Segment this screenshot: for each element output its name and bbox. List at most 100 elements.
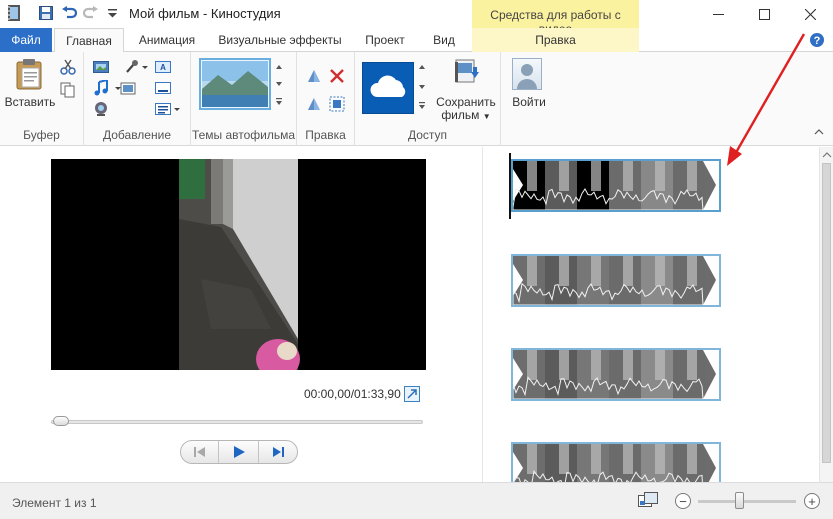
scroll-thumb[interactable]: [822, 163, 831, 463]
storyboard-scrollbar[interactable]: [819, 147, 833, 482]
themes-scroll-down-icon[interactable]: [275, 76, 291, 92]
tab-project[interactable]: Проект: [356, 28, 414, 52]
rotate-right-icon[interactable]: [306, 96, 322, 112]
storyboard-view-icon[interactable]: [638, 492, 658, 510]
share-scroll-down-icon[interactable]: [418, 79, 434, 95]
clip-thumbnail-strip: [513, 256, 719, 305]
group-label-clipboard: Буфер: [23, 128, 60, 142]
select-all-icon[interactable]: [329, 96, 345, 112]
customize-toolbar-dropdown-icon[interactable]: [104, 5, 120, 21]
group-label-add: Добавление: [103, 128, 171, 142]
clip-thumbnail-strip: [513, 161, 719, 210]
tab-file[interactable]: Файл: [0, 28, 52, 52]
video-frame-image: [51, 159, 426, 370]
tab-edit[interactable]: Правка: [472, 28, 639, 52]
save-icon[interactable]: [38, 5, 54, 21]
group-account: Войти: [501, 52, 553, 146]
seek-thumb[interactable]: [53, 416, 69, 426]
landscape-theme-image: [202, 61, 268, 107]
save-movie-icon[interactable]: [454, 58, 480, 89]
copy-icon[interactable]: [60, 82, 76, 98]
snapshot-icon[interactable]: [120, 80, 136, 96]
save-movie-dropdown-icon: ▼: [482, 112, 491, 121]
seek-bar[interactable]: [51, 420, 423, 424]
add-video-photo-icon[interactable]: [93, 59, 109, 75]
rotate-left-icon[interactable]: [306, 68, 322, 84]
status-bar: Элемент 1 из 1 − +: [0, 482, 833, 519]
user-avatar-icon[interactable]: [512, 58, 542, 90]
title-icon[interactable]: A: [155, 59, 171, 75]
redo-icon[interactable]: [83, 5, 99, 21]
group-add: A Добавление: [84, 52, 191, 146]
save-movie-button[interactable]: Сохранить фильм ▼: [431, 96, 501, 123]
share-scroll-up-icon[interactable]: [418, 60, 434, 76]
playback-controls: [180, 440, 298, 464]
themes-scroll-up-icon[interactable]: [275, 60, 291, 76]
themes-more-icon[interactable]: [275, 94, 291, 110]
remove-icon[interactable]: [329, 68, 345, 84]
narration-microphone-icon[interactable]: [124, 59, 140, 75]
status-text: Элемент 1 из 1: [12, 496, 97, 510]
play-button[interactable]: [219, 441, 259, 463]
onedrive-share-button[interactable]: [362, 62, 414, 114]
title-bar: Мой фильм - Киностудия Средства для рабо…: [0, 0, 833, 36]
cut-icon[interactable]: [60, 59, 76, 75]
caption-icon[interactable]: [155, 80, 171, 96]
scroll-up-icon: [822, 152, 832, 158]
maximize-button[interactable]: [741, 0, 787, 28]
tab-home[interactable]: Главная: [54, 28, 124, 53]
zoom-in-button[interactable]: +: [804, 493, 820, 509]
minimize-button[interactable]: [695, 0, 741, 28]
svg-text:?: ?: [814, 35, 821, 47]
close-icon: [804, 8, 816, 20]
annotation-arrow: [727, 33, 806, 166]
preview-pane: 00:00,00/01:33,90: [0, 147, 482, 482]
credits-dropdown-icon[interactable]: [173, 101, 189, 117]
zoom-out-button[interactable]: −: [675, 493, 691, 509]
group-label-share: Доступ: [407, 128, 448, 142]
group-label-themes: Темы автофильма: [191, 128, 296, 142]
group-themes: Темы автофильма: [191, 52, 297, 146]
tab-view[interactable]: Вид: [424, 28, 464, 52]
window-title: Мой фильм - Киностудия: [129, 6, 281, 21]
contextual-tab-group-header: Средства для работы с видео: [472, 0, 639, 36]
ribbon: Вставить Буфер A Добавление Темы автофил…: [0, 52, 833, 146]
close-button[interactable]: [787, 0, 833, 28]
video-preview[interactable]: [51, 159, 426, 370]
undo-icon[interactable]: [61, 5, 77, 21]
movie-maker-window: Мой фильм - Киностудия Средства для рабо…: [0, 0, 833, 519]
svg-text:A: A: [160, 63, 166, 72]
app-film-icon[interactable]: [6, 5, 22, 21]
storyboard-clip[interactable]: [511, 348, 721, 401]
group-clipboard: Вставить Буфер: [0, 52, 84, 146]
next-frame-button[interactable]: [259, 441, 297, 463]
next-frame-icon: [273, 447, 284, 457]
zoom-slider-thumb[interactable]: [735, 492, 744, 509]
add-music-icon[interactable]: [93, 78, 109, 96]
credits-icon[interactable]: [155, 101, 171, 117]
tab-animation[interactable]: Анимация: [132, 28, 202, 52]
zoom-slider-track[interactable]: [698, 500, 796, 503]
previous-frame-icon: [193, 447, 205, 457]
minimize-icon: [712, 13, 724, 15]
previous-frame-button[interactable]: [181, 441, 219, 463]
group-label-editing: Правка: [305, 128, 346, 142]
play-icon: [233, 446, 245, 458]
storyboard-clip[interactable]: [511, 254, 721, 307]
fullscreen-button[interactable]: [404, 386, 420, 402]
paste-icon[interactable]: [15, 58, 45, 93]
timecode-display: 00:00,00/01:33,90: [304, 387, 401, 401]
save-movie-label-line2: фильм: [441, 108, 480, 122]
collapse-ribbon-icon[interactable]: [813, 126, 829, 142]
clip-thumbnail-strip: [513, 350, 719, 399]
theme-thumbnail[interactable]: [199, 58, 271, 110]
storyboard-clip[interactable]: [511, 159, 721, 212]
maximize-icon: [758, 8, 770, 20]
paste-button[interactable]: Вставить: [4, 96, 56, 109]
onedrive-cloud-icon: [370, 75, 406, 97]
webcam-video-icon[interactable]: [93, 101, 109, 117]
sign-in-button[interactable]: Войти: [501, 96, 557, 109]
tab-visual-effects[interactable]: Визуальные эффекты: [214, 28, 346, 52]
ribbon-tabs: Файл Главная Анимация Визуальные эффекты…: [0, 28, 833, 53]
group-editing: Правка: [297, 52, 355, 146]
